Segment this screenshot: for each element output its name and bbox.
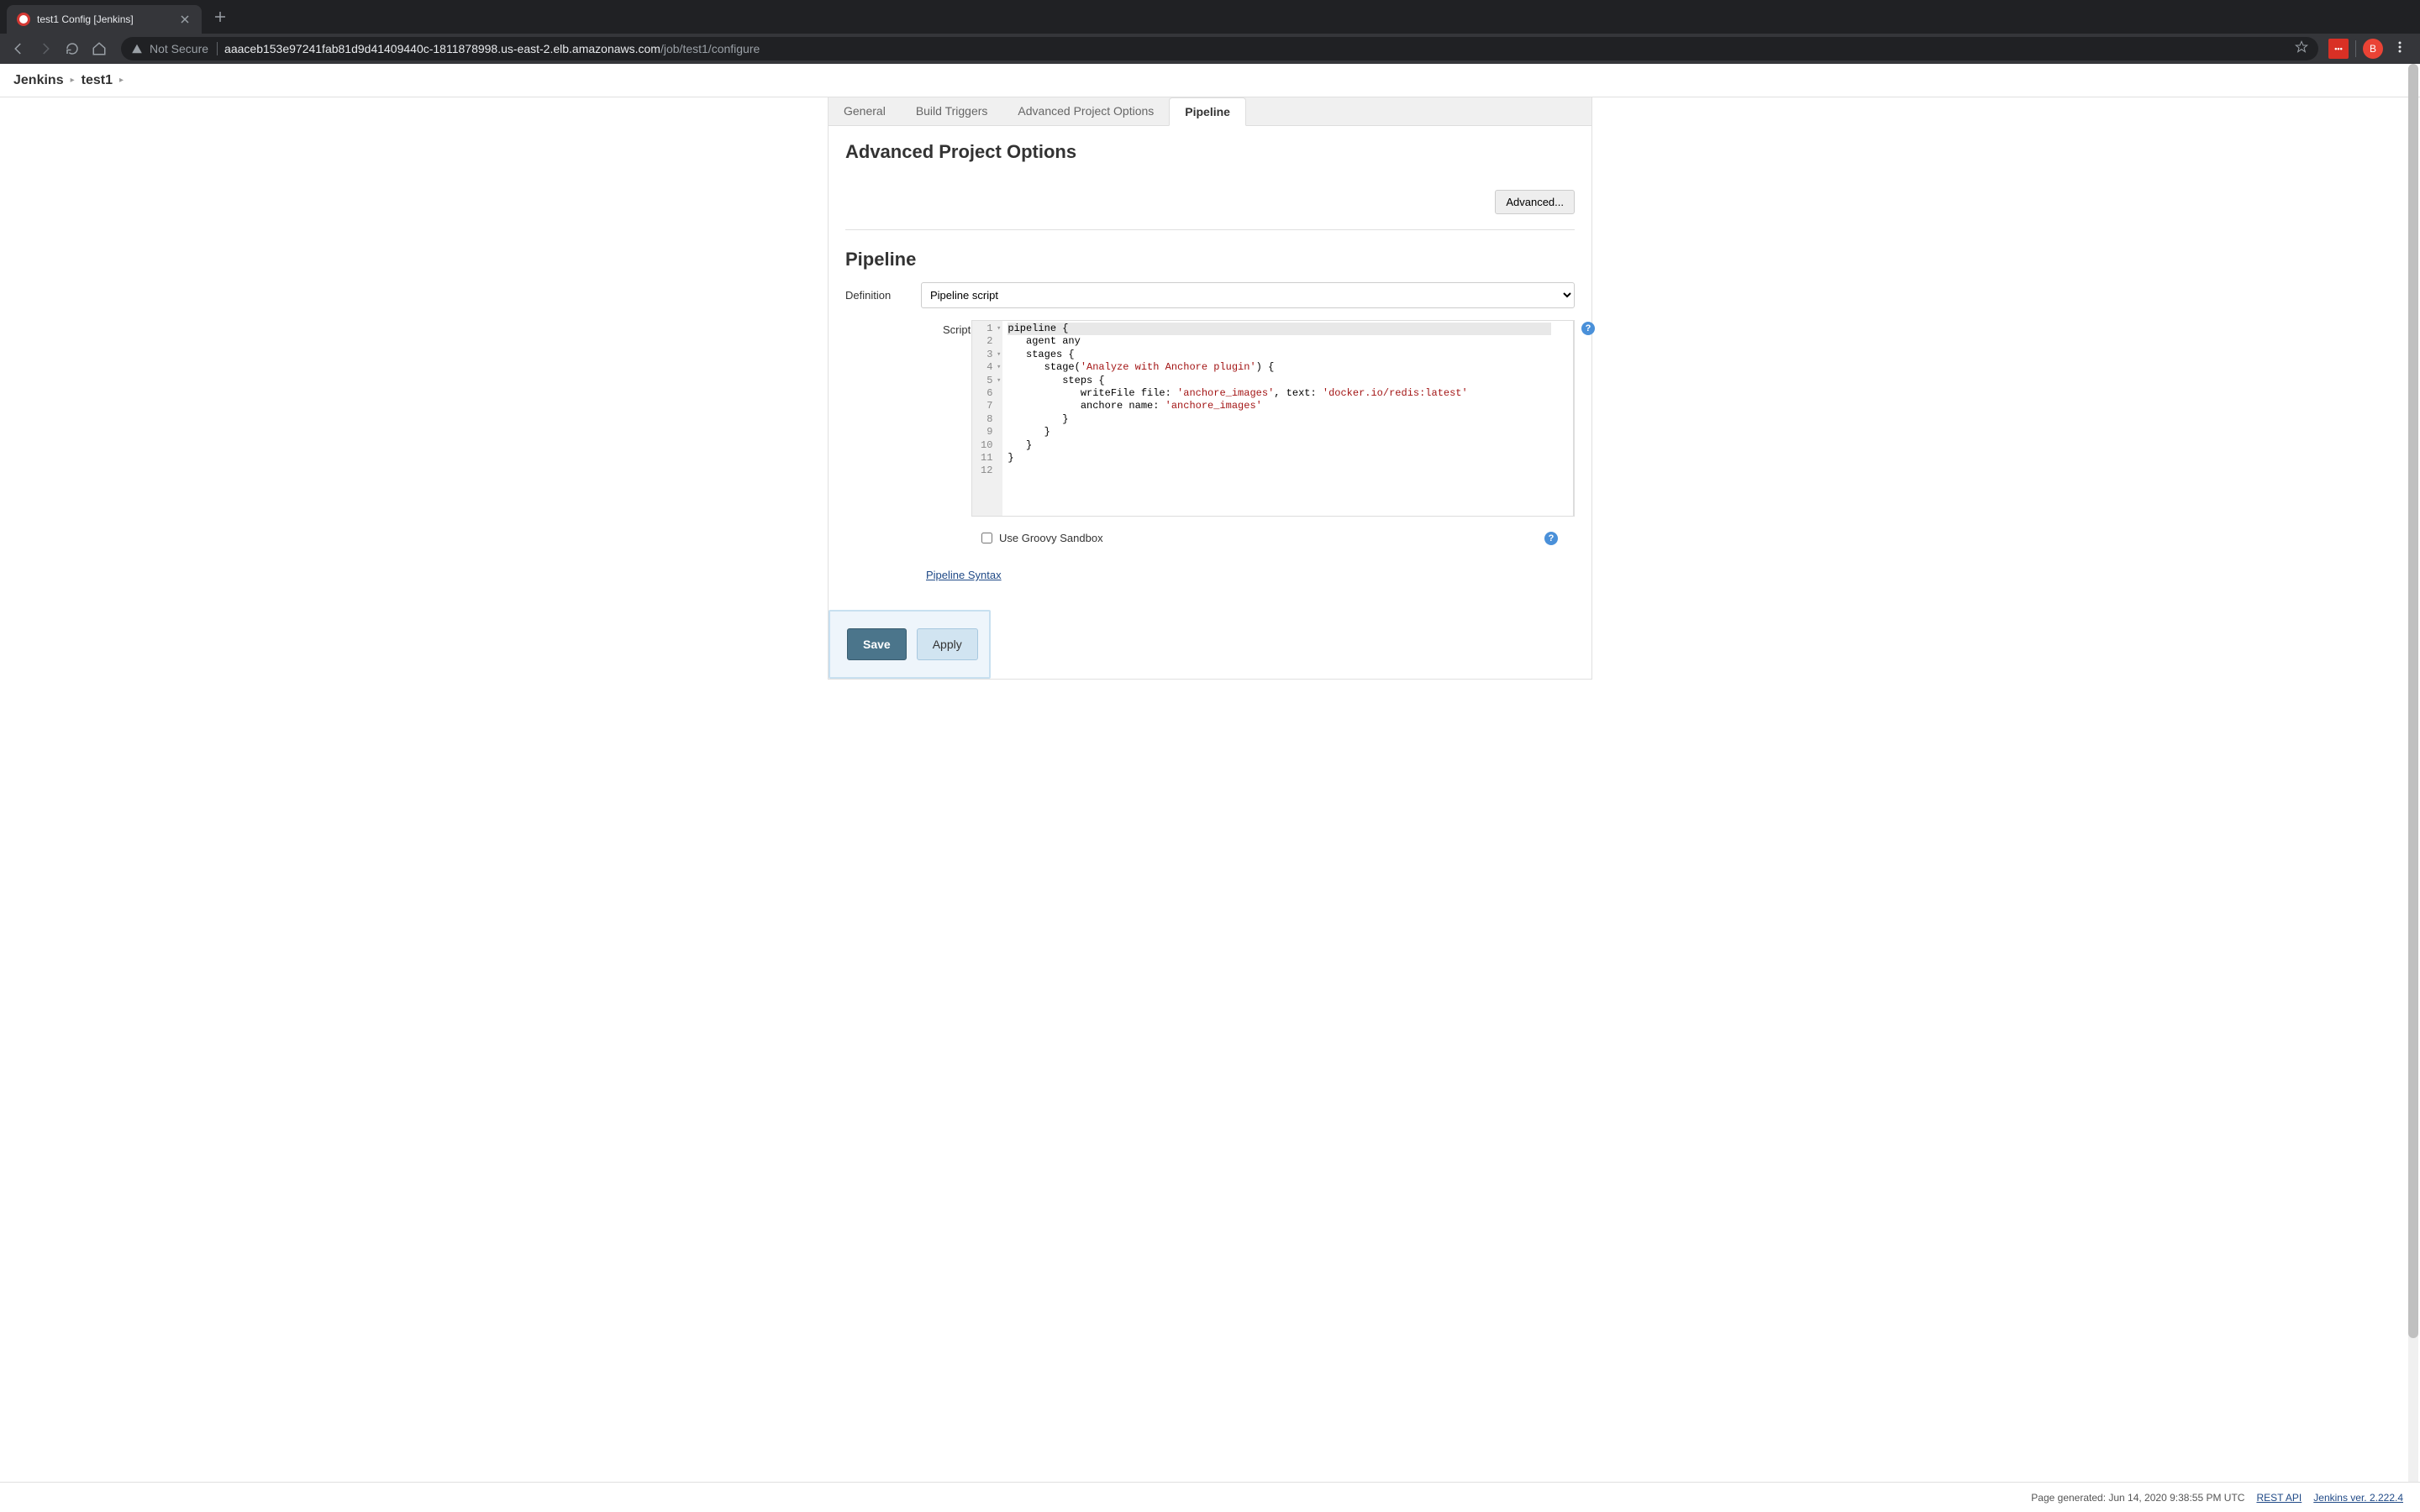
security-label: Not Secure bbox=[150, 42, 218, 55]
advanced-options-heading: Advanced Project Options bbox=[845, 141, 1575, 163]
browser-tab[interactable]: test1 Config [Jenkins] bbox=[7, 5, 202, 34]
nav-bar: Not Secure aaaceb153e97241fab81d9d414094… bbox=[0, 34, 2420, 64]
tab-advanced-project-options[interactable]: Advanced Project Options bbox=[1002, 97, 1169, 125]
code-body[interactable]: pipeline { agent any stages { stage('Ana… bbox=[1002, 321, 1556, 516]
rest-api-link[interactable]: REST API bbox=[2256, 1492, 2302, 1504]
line-gutter: 123456789101112 bbox=[972, 321, 1002, 516]
close-icon[interactable] bbox=[178, 13, 192, 26]
divider bbox=[2355, 40, 2356, 57]
page-generated-text: Page generated: Jun 14, 2020 9:38:55 PM … bbox=[2031, 1492, 2244, 1504]
extension-icon[interactable]: ••• bbox=[2328, 39, 2349, 59]
save-button[interactable]: Save bbox=[847, 628, 907, 660]
tab-general[interactable]: General bbox=[829, 97, 901, 125]
scrollbar-thumb[interactable] bbox=[2408, 64, 2418, 1338]
actions-panel: Save Apply bbox=[829, 610, 991, 679]
definition-select[interactable]: Pipeline script bbox=[921, 282, 1575, 308]
jenkins-favicon-icon bbox=[17, 13, 30, 26]
definition-label: Definition bbox=[845, 289, 921, 302]
help-icon[interactable]: ? bbox=[1544, 532, 1558, 545]
back-button[interactable] bbox=[7, 37, 30, 60]
help-icon[interactable]: ? bbox=[1581, 322, 1595, 335]
advanced-button[interactable]: Advanced... bbox=[1495, 190, 1575, 214]
tab-pipeline[interactable]: Pipeline bbox=[1169, 97, 1246, 126]
breadcrumb-job[interactable]: test1 bbox=[82, 73, 113, 88]
breadcrumb: Jenkins test1 bbox=[0, 64, 2420, 97]
avatar[interactable]: B bbox=[2363, 39, 2383, 59]
chevron-right-icon bbox=[71, 76, 75, 85]
code-editor[interactable]: 123456789101112 pipeline { agent any sta… bbox=[971, 320, 1575, 517]
pipeline-syntax-link[interactable]: Pipeline Syntax bbox=[926, 569, 1002, 581]
tab-title: test1 Config [Jenkins] bbox=[37, 13, 171, 25]
breadcrumb-jenkins[interactable]: Jenkins bbox=[13, 73, 64, 88]
footer: Page generated: Jun 14, 2020 9:38:55 PM … bbox=[0, 1482, 2420, 1512]
reload-button[interactable] bbox=[60, 37, 84, 60]
tab-build-triggers[interactable]: Build Triggers bbox=[901, 97, 1003, 125]
sandbox-checkbox[interactable] bbox=[981, 533, 992, 543]
new-tab-button[interactable] bbox=[208, 5, 232, 29]
chevron-right-icon bbox=[119, 76, 124, 85]
tab-bar: test1 Config [Jenkins] bbox=[0, 0, 2420, 34]
warning-icon bbox=[131, 43, 143, 55]
home-button[interactable] bbox=[87, 37, 111, 60]
scrollbar[interactable] bbox=[2408, 64, 2418, 1512]
menu-icon[interactable] bbox=[2386, 40, 2413, 58]
forward-button[interactable] bbox=[34, 37, 57, 60]
main-panel: General Build Triggers Advanced Project … bbox=[828, 97, 1592, 680]
url-text: aaaceb153e97241fab81d9d41409440c-1811878… bbox=[224, 42, 2288, 55]
script-label: Script bbox=[845, 320, 971, 517]
bookmark-icon[interactable] bbox=[2295, 40, 2308, 58]
jenkins-version-link[interactable]: Jenkins ver. 2.222.4 bbox=[2313, 1492, 2403, 1504]
address-bar[interactable]: Not Secure aaaceb153e97241fab81d9d414094… bbox=[121, 37, 2318, 60]
apply-button[interactable]: Apply bbox=[917, 628, 978, 660]
config-tabs: General Build Triggers Advanced Project … bbox=[829, 97, 1591, 126]
pipeline-heading: Pipeline bbox=[845, 249, 1575, 270]
sandbox-label[interactable]: Use Groovy Sandbox bbox=[999, 532, 1103, 544]
browser-chrome: test1 Config [Jenkins] Not Secure aaaceb… bbox=[0, 0, 2420, 64]
